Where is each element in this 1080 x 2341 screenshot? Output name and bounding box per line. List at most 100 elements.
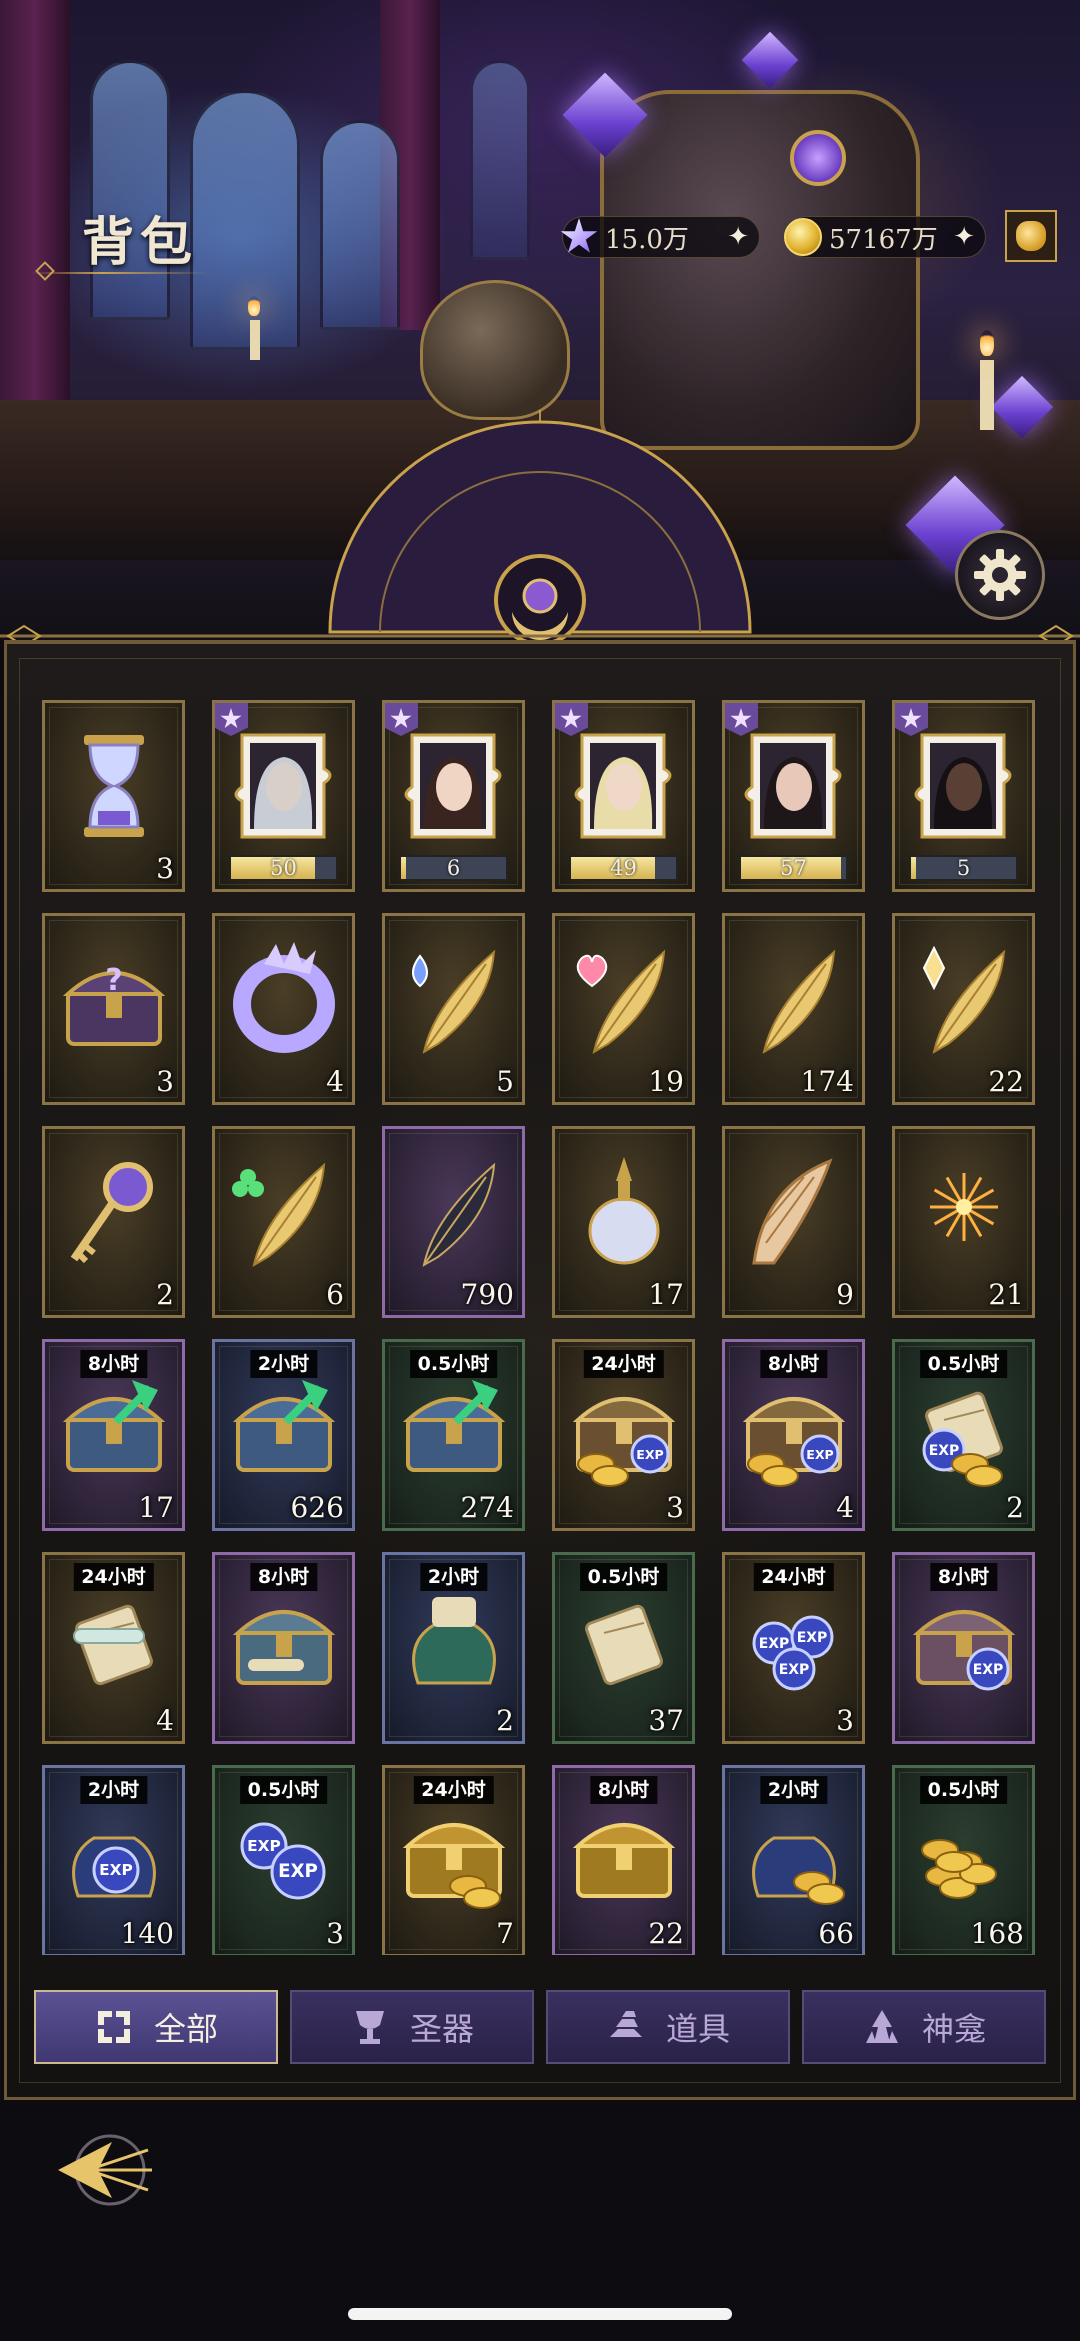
svg-text:EXP: EXP (278, 1861, 318, 1882)
duration-label: 2小时 (249, 1350, 318, 1378)
golden-key-icon (54, 1147, 174, 1281)
gold-chest-icon (394, 1786, 514, 1920)
inventory-slot[interactable]: 5 (382, 913, 525, 1105)
item-quantity: 3 (836, 1704, 854, 1737)
tab-all[interactable]: 全部 (34, 1990, 278, 2064)
inventory-slot[interactable]: 8小时 (212, 1552, 355, 1744)
inventory-slot[interactable]: 4 (212, 913, 355, 1105)
inventory-slot[interactable]: 19 (552, 913, 695, 1105)
inventory-slot[interactable]: 0.5小时 37 (552, 1552, 695, 1744)
inventory-slot[interactable]: 24小时 4 (42, 1552, 185, 1744)
scroll-pouch-icon (394, 1573, 514, 1707)
duration-label: 24小时 (583, 1350, 664, 1378)
shop-button[interactable] (1005, 210, 1057, 262)
sparkle-add-icon[interactable]: ✦ (953, 222, 975, 252)
chest-arrow-icon (54, 1360, 174, 1494)
duration-label: 24小时 (73, 1563, 154, 1591)
star-currency[interactable]: 15.0万 ✦ (560, 216, 760, 258)
inventory-slot[interactable]: 21 (892, 1126, 1035, 1318)
inventory-slot[interactable]: 49 (552, 700, 695, 892)
tab-shrine[interactable]: 神龛 (802, 1990, 1046, 2064)
inventory-slot[interactable]: EXP 8小时 (892, 1552, 1035, 1744)
inventory-slot[interactable]: 22 (892, 913, 1035, 1105)
candle-flame (980, 330, 994, 356)
inventory-slot[interactable]: 2 (42, 1126, 185, 1318)
shard-progress-bar: 6 (399, 855, 508, 881)
inventory-slot[interactable]: 8小时 22 (552, 1765, 695, 1955)
item-quantity: 6 (326, 1278, 344, 1311)
duration-label: 0.5小时 (579, 1563, 668, 1591)
feather-spade-icon (394, 934, 514, 1068)
inventory-slot[interactable]: 57 (722, 700, 865, 892)
inventory-slot[interactable]: 6 (212, 1126, 355, 1318)
item-quantity: 4 (326, 1065, 344, 1098)
inventory-slot[interactable]: 8小时 17 (42, 1339, 185, 1531)
all-grid-icon (97, 2011, 130, 2043)
puzzle-portrait-dark-skin-icon (904, 721, 1024, 855)
duration-label: 0.5小时 (409, 1350, 498, 1378)
tab-props[interactable]: 道具 (546, 1990, 790, 2064)
gold-currency-value: 57167万 (829, 224, 938, 255)
inventory-slot[interactable]: 2小时 2 (382, 1552, 525, 1744)
inventory-slot[interactable]: EXP EXP EXP 24小时 3 (722, 1552, 865, 1744)
inventory-grid[interactable]: 3 50 6 49 57 5? 3 4 5 19 174 22 2 6 790 17 9 21 8小时 17 2小时 62… (42, 700, 1042, 1955)
svg-text:?: ? (105, 963, 122, 998)
sparkle-add-icon[interactable]: ✦ (727, 222, 749, 252)
inventory-slot[interactable]: 3 (42, 700, 185, 892)
inventory-slot[interactable]: 790 (382, 1126, 525, 1318)
inventory-slot[interactable]: EXP 2小时 140 (42, 1765, 185, 1955)
tab-relics[interactable]: 圣器 (290, 1990, 534, 2064)
feather-club-icon (224, 1147, 344, 1281)
panel-crest-ornament (0, 410, 1080, 648)
inventory-slot[interactable]: 17 (552, 1126, 695, 1318)
bag-gem (790, 130, 846, 186)
item-quantity: 3 (326, 1917, 344, 1950)
duration-label: 8小时 (249, 1563, 318, 1591)
chest-scrolls-exp-icon: EXP (564, 1360, 684, 1494)
puzzle-portrait-silver-hair-icon (224, 721, 344, 855)
inventory-slot[interactable]: 2小时 66 (722, 1765, 865, 1955)
shrine-icon (865, 2010, 898, 2043)
inventory-slot[interactable]: ? 3 (42, 913, 185, 1105)
inventory-slot[interactable]: 0.5小时 274 (382, 1339, 525, 1531)
exp-orbs-icon: EXP EXP (224, 1786, 344, 1920)
svg-text:EXP: EXP (247, 1837, 281, 1855)
chest-scrolls-icon (224, 1573, 344, 1707)
inventory-slot[interactable]: EXP 24小时 3 (552, 1339, 695, 1531)
item-quantity: 17 (138, 1491, 174, 1524)
item-quantity: 2 (496, 1704, 514, 1737)
inventory-slot[interactable]: 50 (212, 700, 355, 892)
shard-count: 5 (956, 856, 971, 880)
inventory-slot[interactable]: 5 (892, 700, 1035, 892)
chest-arrow-icon (394, 1360, 514, 1494)
inventory-slot[interactable]: EXP 8小时 4 (722, 1339, 865, 1531)
inventory-slot[interactable]: EXP 0.5小时 2 (892, 1339, 1035, 1531)
hourglass-icon (54, 721, 174, 855)
scroll-exp-coins-icon: EXP (904, 1360, 1024, 1494)
inventory-slot[interactable]: 174 (722, 913, 865, 1105)
money-bag-icon (1016, 221, 1046, 251)
item-quantity: 2 (156, 1278, 174, 1311)
gold-currency[interactable]: 57167万 ✦ (784, 216, 986, 258)
svg-text:EXP: EXP (928, 1443, 959, 1459)
coin-stack-icon (904, 1786, 1024, 1920)
coin-pouch-icon (734, 1786, 854, 1920)
inventory-slot[interactable]: 24小时 7 (382, 1765, 525, 1955)
star-crystal-icon (557, 215, 601, 259)
perfume-bottle-icon (564, 1147, 684, 1281)
home-indicator[interactable] (348, 2308, 732, 2320)
svg-text:EXP: EXP (796, 1630, 827, 1646)
svg-text:EXP: EXP (972, 1662, 1003, 1678)
item-quantity: 4 (836, 1491, 854, 1524)
settings-button[interactable] (955, 530, 1045, 620)
inventory-slot[interactable]: EXP EXP 0.5小时 3 (212, 1765, 355, 1955)
back-button[interactable] (48, 2120, 168, 2220)
inventory-slot[interactable]: 6 (382, 700, 525, 892)
inventory-slot[interactable]: 2小时 626 (212, 1339, 355, 1531)
inventory-slot[interactable]: 0.5小时 168 (892, 1765, 1035, 1955)
inventory-slot[interactable]: 9 (722, 1126, 865, 1318)
shard-progress-bar: 50 (229, 855, 338, 881)
item-quantity: 19 (648, 1065, 684, 1098)
feather-plain-icon (734, 934, 854, 1068)
svg-text:EXP: EXP (99, 1861, 133, 1879)
